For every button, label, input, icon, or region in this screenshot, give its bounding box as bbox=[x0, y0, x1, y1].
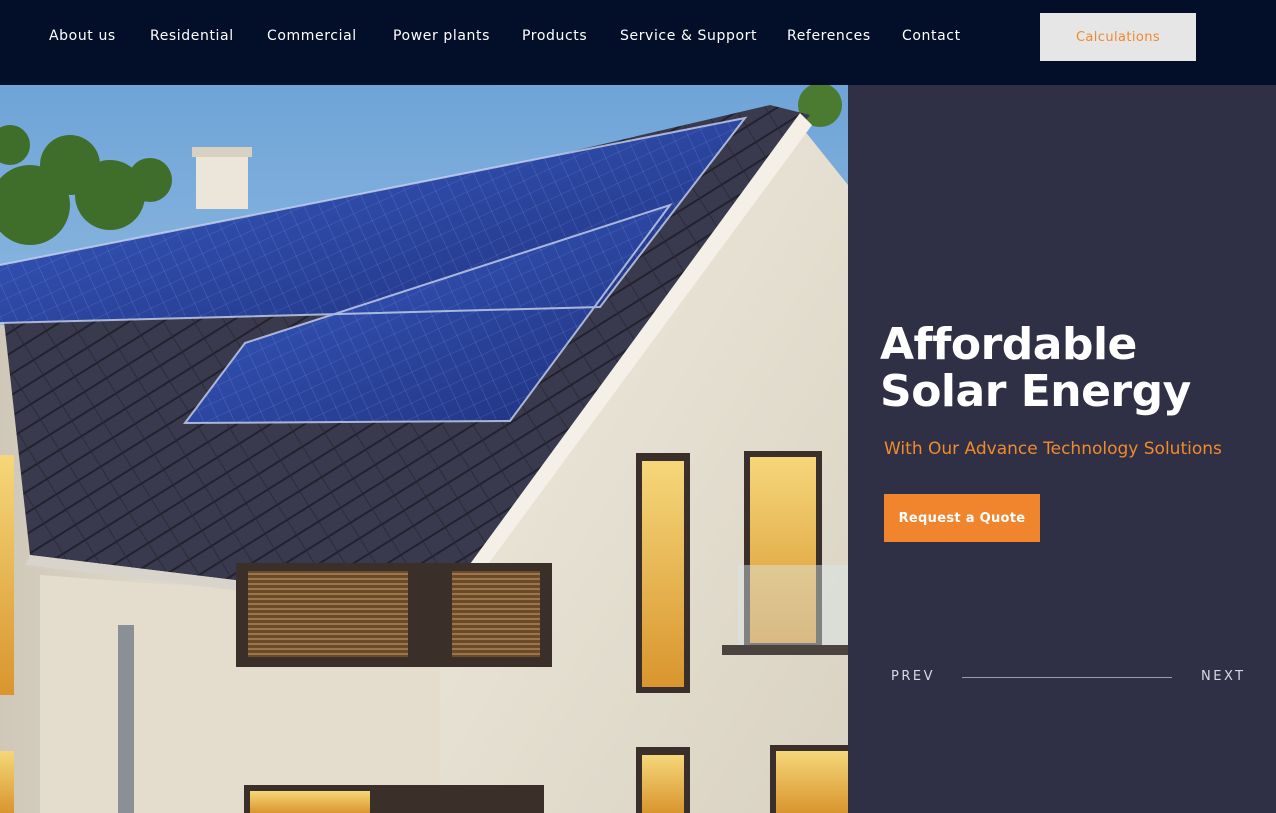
headline-line-2: Solar Energy bbox=[880, 366, 1191, 417]
nav-item-about-us[interactable]: About us bbox=[49, 28, 116, 44]
slider-divider bbox=[962, 677, 1172, 678]
nav-item-products[interactable]: Products bbox=[522, 28, 587, 44]
nav-item-contact[interactable]: Contact bbox=[902, 28, 961, 44]
nav-item-power-plants[interactable]: Power plants bbox=[393, 28, 490, 44]
request-quote-button[interactable]: Request a Quote bbox=[884, 494, 1040, 542]
headline-line-1: Affordable bbox=[880, 319, 1137, 370]
hero-headline: Affordable Solar Energy bbox=[880, 321, 1260, 415]
slider-next-button[interactable]: NEXT bbox=[1201, 669, 1246, 684]
top-navigation: About us Residential Commercial Power pl… bbox=[0, 0, 1276, 85]
hero-subheadline: With Our Advance Technology Solutions bbox=[884, 439, 1222, 459]
nav-item-references[interactable]: References bbox=[787, 28, 871, 44]
slider-prev-button[interactable]: PREV bbox=[891, 669, 935, 684]
calculations-button[interactable]: Calculations bbox=[1040, 13, 1196, 61]
hero-house-image bbox=[0, 85, 848, 813]
nav-item-residential[interactable]: Residential bbox=[150, 28, 234, 44]
nav-item-service-support[interactable]: Service & Support bbox=[620, 28, 757, 44]
nav-item-commercial[interactable]: Commercial bbox=[267, 28, 357, 44]
hero-panel: Affordable Solar Energy With Our Advance… bbox=[848, 85, 1276, 813]
